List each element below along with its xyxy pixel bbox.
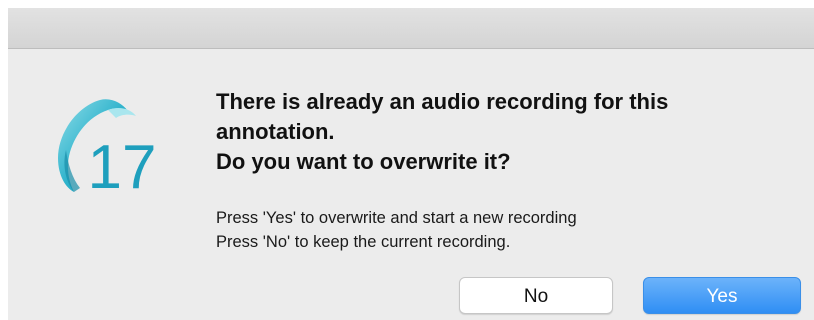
app-logo-icon: 17 — [58, 99, 157, 202]
message-line-3: Do you want to overwrite it? — [216, 149, 511, 174]
alert-dialog: 17 There is already an audio recording f… — [0, 0, 814, 320]
message-line-2: annotation. — [216, 119, 335, 144]
informative-text: Press 'Yes' to overwrite and start a new… — [216, 206, 796, 254]
message-text: There is already an audio recording for … — [216, 87, 796, 177]
informative-line-1: Press 'Yes' to overwrite and start a new… — [216, 209, 577, 227]
message-line-1: There is already an audio recording for … — [216, 89, 669, 114]
app-icon-label: 17 — [88, 133, 157, 196]
yes-button[interactable]: Yes — [643, 277, 801, 314]
app-icon: 17 — [44, 92, 178, 202]
window-titlebar[interactable] — [8, 8, 814, 49]
informative-line-2: Press 'No' to keep the current recording… — [216, 233, 511, 251]
no-button[interactable]: No — [459, 277, 613, 314]
